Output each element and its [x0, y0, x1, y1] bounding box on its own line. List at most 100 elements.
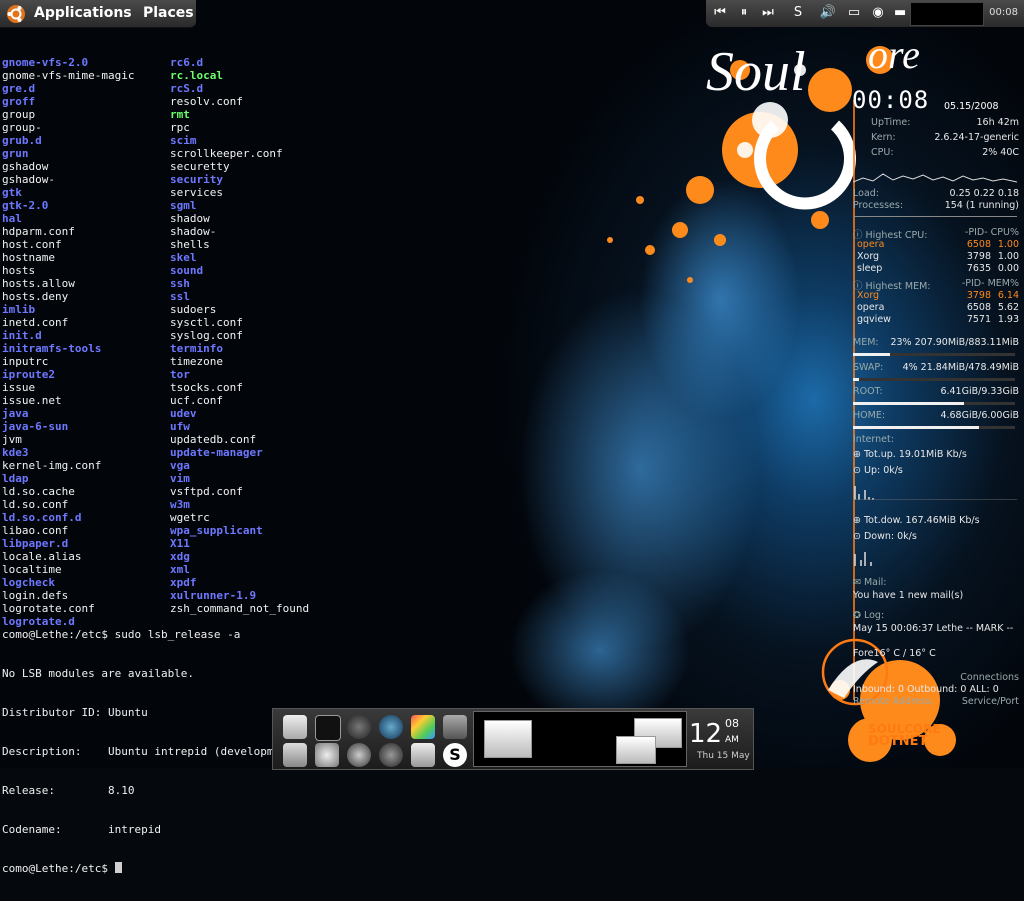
mem-bar: [853, 353, 1015, 356]
processes-value: 154 (1 running): [944, 200, 1019, 211]
places-menu[interactable]: Places: [143, 5, 194, 21]
mem-label: MEM:: [853, 337, 879, 348]
wireless-icon[interactable]: ◉: [868, 4, 888, 22]
file-entry: terminfo: [170, 342, 223, 355]
file-entry: hdparm.conf: [2, 225, 75, 238]
conky-date: 05.15/2008: [944, 101, 999, 112]
workspace-pager[interactable]: [473, 711, 687, 767]
mail-status: You have 1 new mail(s): [853, 590, 964, 601]
uptime-label: UpTime:: [871, 117, 911, 128]
file-entry: inetd.conf: [2, 316, 69, 329]
file-entry: xml: [170, 563, 190, 576]
file-entry: grub.d: [2, 134, 42, 147]
file-entry: group: [2, 108, 36, 121]
media-player-icon[interactable]: [379, 743, 403, 767]
connections-value: Inbound: 0 Outbound: 0 ALL: 0: [853, 684, 999, 695]
process-name: opera: [857, 302, 885, 313]
process-pid: 6508: [966, 239, 991, 250]
panel-clock[interactable]: 00:08: [989, 7, 1018, 18]
trash-icon[interactable]: [411, 743, 435, 767]
file-entry: resolv.conf: [170, 95, 243, 108]
disc-icon[interactable]: [347, 743, 371, 767]
file-entry: ufw: [170, 420, 190, 433]
service-port-label: Service/Port: [961, 696, 1019, 707]
file-entry: securetty: [170, 160, 230, 173]
process-name: gqview: [857, 314, 891, 325]
upload-graph: [853, 486, 1017, 500]
file-entry: shells: [170, 238, 210, 251]
process-percent: 5.62: [997, 302, 1019, 313]
gimp-icon[interactable]: [315, 743, 339, 767]
process-name: Xorg: [857, 290, 880, 301]
log-entry: May 15 00:06:37 Lethe -- MARK --: [853, 623, 1014, 634]
file-entry: w3m: [170, 498, 190, 511]
root-value: 6.41GiB/9.33GiB: [940, 386, 1019, 397]
swap-label: SWAP:: [853, 362, 884, 373]
file-entry: wpa_supplicant: [170, 524, 263, 537]
tray-applet[interactable]: [910, 2, 984, 26]
file-entry: vim: [170, 472, 190, 485]
skype-icon[interactable]: S: [443, 743, 467, 767]
svg-text:Soul: Soul: [706, 41, 806, 103]
file-entry: sound: [170, 264, 204, 277]
mail-label: ✉ Mail:: [853, 577, 887, 588]
process-pid: 3798: [966, 251, 991, 262]
applications-menu[interactable]: Applications: [34, 5, 132, 21]
file-entry: ssl: [170, 290, 190, 303]
load-value: 0.25 0.22 0.18: [949, 188, 1020, 199]
ubuntu-logo-icon[interactable]: [6, 4, 26, 24]
terminal-icon[interactable]: [315, 715, 341, 741]
file-entry: kernel-img.conf: [2, 459, 102, 472]
file-entry: xpdf: [170, 576, 197, 589]
brand-line-2: DOTNET: [868, 734, 928, 749]
process-row: opera 6508 1.00: [853, 239, 1021, 251]
notification-icon[interactable]: ▭: [844, 4, 864, 22]
pager-window: [616, 736, 656, 764]
file-entry: java-6-sun: [2, 420, 69, 433]
root-label: ROOT:: [853, 386, 883, 397]
file-entry: hosts: [2, 264, 36, 277]
cpu-graph: [853, 173, 1017, 183]
cpu-value: 2% 40C: [982, 147, 1019, 158]
process-percent: 0.00: [997, 263, 1019, 274]
process-row: sleep 7635 0.00: [853, 263, 1021, 275]
process-row: opera 6508 5.62: [853, 302, 1021, 314]
kern-label: Kern:: [871, 132, 896, 143]
highest-mem-columns: -PID- MEM%: [961, 278, 1019, 289]
drive-icon[interactable]: [283, 743, 307, 767]
file-entry: initramfs-tools: [2, 342, 102, 355]
dock-clock-date: Thu 15 May: [697, 751, 750, 761]
files-icon[interactable]: [283, 715, 307, 739]
file-entry: vga: [170, 459, 190, 472]
file-entry: gshadow-: [2, 173, 55, 186]
headphones-icon[interactable]: [347, 715, 371, 739]
process-percent: 1.00: [997, 239, 1019, 250]
file-entry: ldap: [2, 472, 29, 485]
paint-icon[interactable]: [411, 715, 435, 739]
file-entry: group-: [2, 121, 42, 134]
pause-icon[interactable]: ⏸: [734, 4, 754, 22]
file-entry: ld.so.conf.d: [2, 511, 82, 524]
system-tray: ⏮ ⏸ ⏭ S 🔊 ▭ ◉ ▬ 00:08: [706, 0, 1024, 27]
file-entry: rmt: [170, 108, 190, 121]
terminal[interactable]: gnome-vfs-2.0 gnome-vfs-mime-magic gre.d gr…: [2, 30, 522, 875]
terminal-prompt-line[interactable]: como@Lethe:/etc$: [2, 862, 346, 875]
next-track-icon[interactable]: ⏭: [758, 4, 778, 22]
volume-icon[interactable]: 🔊: [818, 4, 838, 22]
file-entry: tor: [170, 368, 190, 381]
file-entry: sgml: [170, 199, 197, 212]
terminal-prompt: como@Lethe:/etc$: [2, 862, 115, 875]
skype-icon[interactable]: S: [788, 4, 808, 22]
forecast: Fore16° C / 16° C: [853, 648, 936, 659]
file-entry: gre.d: [2, 82, 36, 95]
file-entry: gtk-2.0: [2, 199, 49, 212]
drive-icon[interactable]: ▬: [894, 4, 906, 22]
home-value: 4.68GiB/6.00GiB: [940, 410, 1019, 421]
dock-clock-hour: 12: [689, 719, 723, 749]
file-entry: rpc: [170, 121, 190, 134]
browser-icon[interactable]: [379, 715, 403, 739]
file-entry: java: [2, 407, 29, 420]
hand-icon[interactable]: [443, 715, 467, 739]
dock-clock-ampm: AM: [725, 735, 739, 745]
previous-track-icon[interactable]: ⏮: [710, 4, 730, 22]
